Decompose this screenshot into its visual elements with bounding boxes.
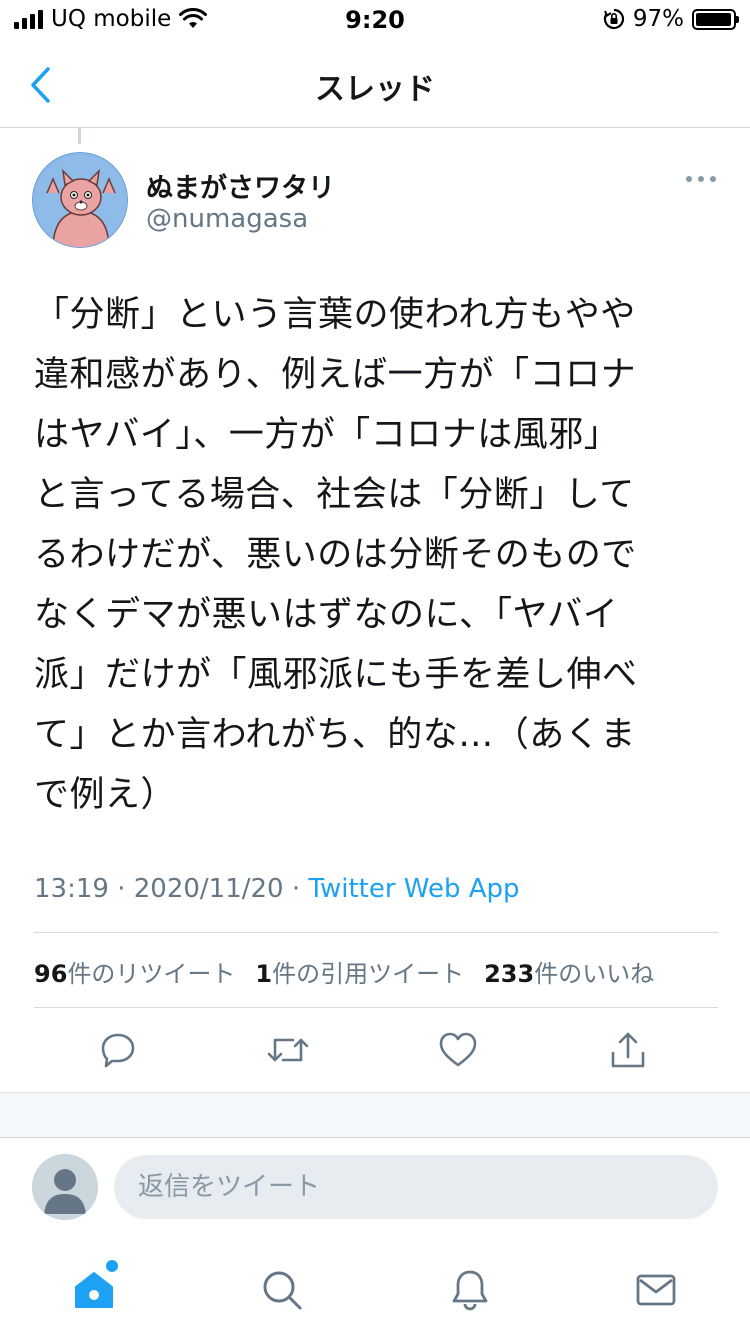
likes-stat[interactable]: 233件のいいね — [484, 954, 654, 989]
tab-bar — [0, 1248, 750, 1334]
search-icon — [263, 1271, 302, 1310]
more-options-icon[interactable] — [686, 176, 716, 182]
divider — [34, 1007, 718, 1008]
author-handle[interactable]: @numagasa — [146, 204, 308, 234]
like-icon — [439, 1032, 477, 1067]
status-right: 97% — [603, 6, 739, 32]
reply-icon — [101, 1033, 135, 1068]
new-content-dot — [106, 1260, 118, 1272]
tweet-actions — [0, 1022, 750, 1078]
author-avatar[interactable] — [32, 152, 128, 248]
meta-separator: · — [108, 874, 134, 904]
quotes-stat[interactable]: 1件の引用ツイート — [255, 954, 464, 989]
tweet-time: 13:19 — [34, 874, 109, 904]
tab-notifications[interactable] — [440, 1260, 500, 1320]
cat-avatar-icon — [35, 155, 127, 247]
tab-search[interactable] — [252, 1260, 312, 1320]
tweet-text: 「分断」という言葉の使われ方もやや 違和感があり、例えば一方が「コロナ はヤバイ… — [34, 295, 638, 815]
page-title: スレッド — [315, 72, 435, 107]
reply-input[interactable] — [114, 1155, 718, 1219]
section-separator — [0, 1092, 750, 1138]
notifications-icon — [452, 1270, 488, 1311]
share-icon — [611, 1032, 645, 1068]
tweet-date: 2020/11/20 — [133, 874, 284, 904]
likes-count: 233 — [484, 960, 535, 988]
retweets-count: 96 — [34, 960, 68, 988]
retweet-icon — [267, 1038, 309, 1062]
retweets-label: 件のリツイート — [67, 960, 236, 988]
tab-home[interactable] — [64, 1260, 124, 1320]
like-button[interactable] — [430, 1022, 486, 1078]
default-avatar-icon — [32, 1154, 98, 1220]
quotes-count: 1 — [255, 960, 273, 988]
reply-button[interactable] — [90, 1022, 146, 1078]
divider — [34, 932, 718, 933]
meta-separator: · — [283, 874, 309, 904]
tweet-source-link[interactable]: Twitter Web App — [308, 874, 519, 904]
retweets-stat[interactable]: 96件のリツイート — [34, 954, 235, 989]
navigation-bar: スレッド — [0, 42, 750, 128]
likes-label: 件のいいね — [534, 960, 655, 988]
tab-messages[interactable] — [626, 1260, 686, 1320]
user-avatar[interactable] — [32, 1154, 98, 1220]
thread-connector — [78, 128, 81, 144]
tweet-stats: 96件のリツイート 1件の引用ツイート 233件のいいね — [34, 954, 654, 989]
retweet-button[interactable] — [260, 1022, 316, 1078]
status-bar: UQ mobile 9:20 97% — [0, 0, 750, 42]
quotes-label: 件の引用ツイート — [272, 960, 465, 988]
home-icon — [75, 1272, 113, 1308]
author-name[interactable]: ぬまがさワタリ — [146, 166, 335, 205]
battery-icon — [692, 8, 739, 30]
messages-icon — [636, 1274, 676, 1306]
battery-percent: 97% — [632, 6, 684, 32]
share-button[interactable] — [600, 1022, 656, 1078]
orientation-lock-icon — [603, 8, 624, 30]
tweet-meta: 13:19 · 2020/11/20 · Twitter Web App — [34, 874, 520, 904]
